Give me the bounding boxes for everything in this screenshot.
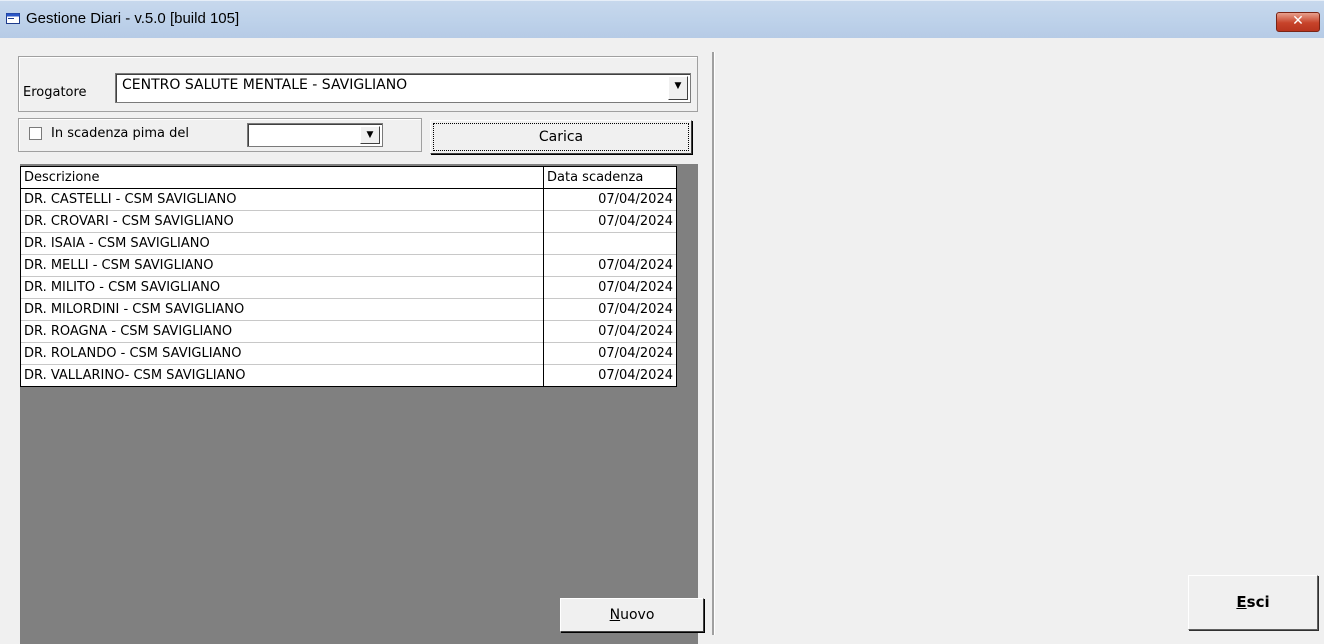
cell-data-scadenza: 07/04/2024 bbox=[543, 188, 677, 211]
cell-descrizione: DR. CASTELLI - CSM SAVIGLIANO bbox=[20, 188, 544, 211]
esci-button[interactable]: Esci bbox=[1188, 575, 1318, 630]
column-header-descrizione[interactable]: Descrizione bbox=[20, 166, 544, 189]
erogatore-select[interactable]: CENTRO SALUTE MENTALE - SAVIGLIANO ▼ bbox=[115, 73, 691, 103]
table-row[interactable]: DR. ROAGNA - CSM SAVIGLIANO 07/04/2024 bbox=[20, 320, 677, 343]
nuovo-button[interactable]: Nuovo bbox=[560, 598, 704, 632]
close-icon: ✕ bbox=[1292, 13, 1304, 29]
cell-descrizione: DR. ROAGNA - CSM SAVIGLIANO bbox=[20, 320, 544, 343]
title-bar: Gestione Diari - v.5.0 [build 105] ✕ bbox=[0, 0, 1324, 38]
table-row[interactable]: DR. MILORDINI - CSM SAVIGLIANO 07/04/202… bbox=[20, 298, 677, 321]
carica-button[interactable]: Carica bbox=[430, 120, 692, 154]
diari-table[interactable]: Descrizione Data scadenza DR. CASTELLI -… bbox=[20, 166, 677, 387]
erogatore-value: CENTRO SALUTE MENTALE - SAVIGLIANO bbox=[122, 77, 408, 93]
table-row[interactable]: DR. CROVARI - CSM SAVIGLIANO 07/04/2024 bbox=[20, 210, 677, 233]
cell-data-scadenza: 07/04/2024 bbox=[543, 276, 677, 299]
cell-data-scadenza: 07/04/2024 bbox=[543, 298, 677, 321]
esci-label: sci bbox=[1246, 593, 1270, 611]
scadenza-checkbox[interactable] bbox=[29, 127, 42, 140]
nuovo-accesskey: N bbox=[609, 607, 621, 623]
table-row[interactable]: DR. ROLANDO - CSM SAVIGLIANO 07/04/2024 bbox=[20, 342, 677, 365]
table-row[interactable]: DR. CASTELLI - CSM SAVIGLIANO 07/04/2024 bbox=[20, 188, 677, 211]
scadenza-date-select[interactable]: ▼ bbox=[247, 123, 383, 147]
table-row[interactable]: DR. MILITO - CSM SAVIGLIANO 07/04/2024 bbox=[20, 276, 677, 299]
cell-data-scadenza: 07/04/2024 bbox=[543, 254, 677, 277]
cell-descrizione: DR. VALLARINO- CSM SAVIGLIANO bbox=[20, 364, 544, 387]
table-header-row: Descrizione Data scadenza bbox=[20, 166, 677, 189]
app-window-icon bbox=[6, 12, 20, 24]
nuovo-label: uovo bbox=[620, 607, 655, 623]
cell-data-scadenza: 07/04/2024 bbox=[543, 320, 677, 343]
cell-descrizione: DR. MELLI - CSM SAVIGLIANO bbox=[20, 254, 544, 277]
table-row[interactable]: DR. VALLARINO- CSM SAVIGLIANO 07/04/2024 bbox=[20, 364, 677, 387]
chevron-down-icon[interactable]: ▼ bbox=[360, 126, 380, 144]
cell-descrizione: DR. ROLANDO - CSM SAVIGLIANO bbox=[20, 342, 544, 365]
cell-descrizione: DR. ISAIA - CSM SAVIGLIANO bbox=[20, 232, 544, 255]
scadenza-frame: In scadenza pima del ▼ bbox=[18, 118, 422, 152]
erogatore-label: Erogatore bbox=[23, 85, 87, 100]
esci-accesskey: E bbox=[1236, 593, 1247, 611]
close-button[interactable]: ✕ bbox=[1276, 12, 1320, 32]
chevron-down-icon[interactable]: ▼ bbox=[668, 76, 688, 100]
cell-descrizione: DR. CROVARI - CSM SAVIGLIANO bbox=[20, 210, 544, 233]
cell-data-scadenza: 07/04/2024 bbox=[543, 364, 677, 387]
grid-area: Descrizione Data scadenza DR. CASTELLI -… bbox=[20, 164, 698, 644]
cell-data-scadenza: 07/04/2024 bbox=[543, 210, 677, 233]
scadenza-label: In scadenza pima del bbox=[51, 126, 189, 141]
column-header-data-scadenza[interactable]: Data scadenza bbox=[543, 166, 677, 189]
cell-data-scadenza: 07/04/2024 bbox=[543, 342, 677, 365]
cell-data-scadenza bbox=[543, 232, 677, 255]
table-row[interactable]: DR. ISAIA - CSM SAVIGLIANO bbox=[20, 232, 677, 255]
cell-descrizione: DR. MILORDINI - CSM SAVIGLIANO bbox=[20, 298, 544, 321]
erogatore-frame: Erogatore CENTRO SALUTE MENTALE - SAVIGL… bbox=[18, 56, 698, 112]
cell-descrizione: DR. MILITO - CSM SAVIGLIANO bbox=[20, 276, 544, 299]
panel-divider bbox=[714, 52, 715, 635]
left-panel: Erogatore CENTRO SALUTE MENTALE - SAVIGL… bbox=[12, 52, 714, 644]
carica-label: Carica bbox=[538, 129, 584, 145]
window-title: Gestione Diari - v.5.0 [build 105] bbox=[26, 10, 240, 27]
table-row[interactable]: DR. MELLI - CSM SAVIGLIANO 07/04/2024 bbox=[20, 254, 677, 277]
